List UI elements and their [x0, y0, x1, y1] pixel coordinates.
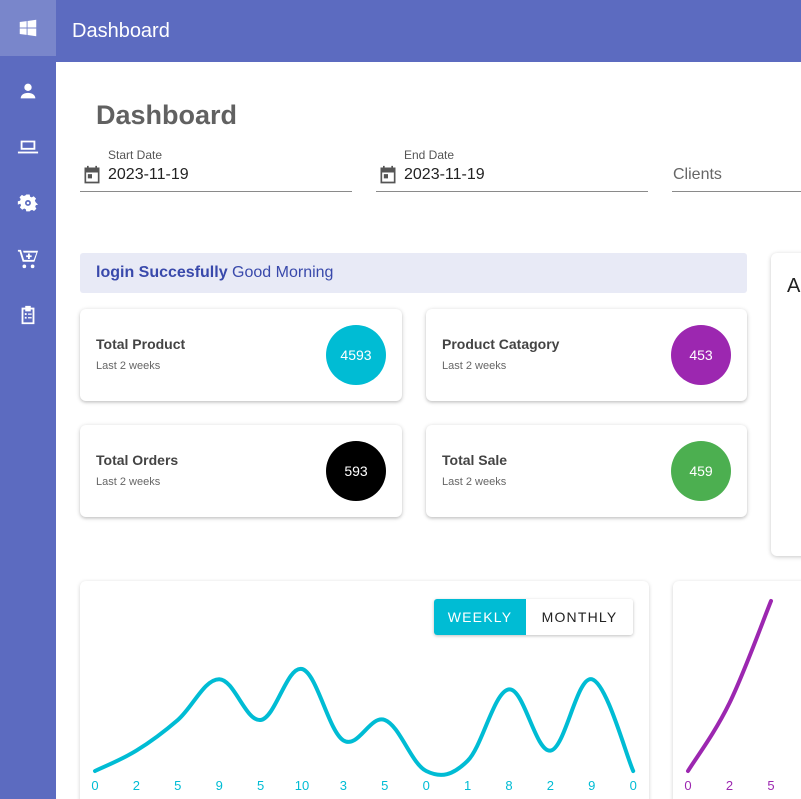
- sidebar-item-dashboard[interactable]: [0, 0, 56, 56]
- weekly-chart-card: 0 2 5 9 5 10 3 5 0 1 8 2 9 0 WEEKLY MONTHLY: [80, 581, 649, 799]
- x-tick-label: 2: [726, 778, 733, 793]
- x-tick-label: 5: [381, 778, 388, 793]
- secondary-chart-card: 0 2 5: [673, 581, 801, 799]
- sidebar: [0, 0, 56, 799]
- card-title: Product Catagory: [442, 336, 560, 352]
- stat-card-product-category: Product Catagory Last 2 weeks 453: [426, 309, 747, 401]
- series-line: [93, 667, 636, 777]
- end-date-value[interactable]: 2023-11-19: [404, 166, 485, 184]
- period-toggle[interactable]: WEEKLY MONTHLY: [434, 599, 633, 635]
- x-tick-label: 0: [630, 778, 637, 793]
- x-tick-label: 0: [91, 778, 98, 793]
- x-tick-label: 5: [174, 778, 181, 793]
- gear-icon: [17, 194, 39, 212]
- card-title: Total Product: [96, 336, 186, 352]
- clients-select[interactable]: Clients: [672, 146, 801, 192]
- alert-bold-text: login Succesfully: [96, 264, 228, 281]
- weekly-button[interactable]: WEEKLY: [434, 599, 526, 635]
- windows-icon: [19, 19, 37, 37]
- page-title: Dashboard: [96, 100, 238, 130]
- login-alert: login Succesfully Good Morning: [80, 253, 747, 293]
- sidebar-item-reports[interactable]: [0, 287, 56, 343]
- start-date-value[interactable]: 2023-11-19: [108, 166, 189, 184]
- x-tick-label: 5: [767, 778, 774, 793]
- sidebar-item-users[interactable]: [0, 63, 56, 119]
- sidebar-item-settings[interactable]: [0, 175, 56, 231]
- calendar-icon[interactable]: [378, 165, 398, 185]
- x-tick-label: 5: [257, 778, 264, 793]
- end-date-label: End Date: [404, 148, 455, 162]
- x-tick-label: 9: [588, 778, 595, 793]
- alert-text: Good Morning: [232, 264, 334, 281]
- x-tick-label: 1: [464, 778, 471, 793]
- topbar-title: Dashboard: [72, 20, 170, 42]
- clients-placeholder: Clients: [673, 166, 722, 183]
- monthly-button[interactable]: MONTHLY: [526, 599, 633, 635]
- card-title: Total Orders: [96, 452, 179, 468]
- card-subtitle: Last 2 weeks: [96, 360, 161, 372]
- x-tick-label: 0: [423, 778, 430, 793]
- card-value-badge: 453: [671, 325, 731, 385]
- side-panel: A: [771, 253, 801, 556]
- series-line: [686, 599, 773, 773]
- laptop-icon: [17, 140, 39, 154]
- stat-card-total-sale: Total Sale Last 2 weeks 459: [426, 425, 747, 517]
- clipboard-icon: [21, 305, 35, 325]
- secondary-line-chart: 0 2 5: [684, 599, 775, 793]
- sidebar-item-orders[interactable]: [0, 231, 56, 287]
- sidebar-item-devices[interactable]: [0, 119, 56, 175]
- cart-icon: [17, 249, 39, 269]
- card-subtitle: Last 2 weeks: [442, 476, 507, 488]
- x-tick-label: 2: [133, 778, 140, 793]
- calendar-icon[interactable]: [82, 165, 102, 185]
- card-subtitle: Last 2 weeks: [96, 476, 161, 488]
- x-tick-label: 2: [547, 778, 554, 793]
- start-date-field[interactable]: Start Date 2023-11-19: [80, 146, 352, 192]
- stat-card-total-product: Total Product Last 2 weeks 4593: [80, 309, 402, 401]
- x-tick-label: 9: [216, 778, 223, 793]
- x-tick-label: 0: [684, 778, 691, 793]
- x-tick-label: 10: [295, 778, 309, 793]
- card-value-badge: 593: [326, 441, 386, 501]
- x-tick-label: 3: [340, 778, 347, 793]
- card-subtitle: Last 2 weeks: [442, 360, 507, 372]
- card-title: Total Sale: [442, 452, 508, 468]
- side-panel-title: A: [787, 275, 801, 297]
- person-icon: [20, 83, 36, 99]
- start-date-label: Start Date: [108, 148, 163, 162]
- stat-card-total-orders: Total Orders Last 2 weeks 593: [80, 425, 402, 517]
- card-value-badge: 4593: [326, 325, 386, 385]
- end-date-field[interactable]: End Date 2023-11-19: [376, 146, 648, 192]
- topbar: Dashboard: [56, 0, 801, 62]
- card-value-badge: 459: [671, 441, 731, 501]
- x-tick-label: 8: [505, 778, 512, 793]
